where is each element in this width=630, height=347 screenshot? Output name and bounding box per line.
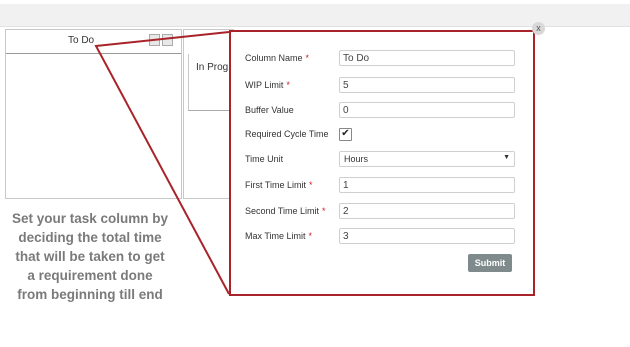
time-unit-label: Time Unit xyxy=(245,154,284,164)
wip-limit-label: WIP Limit xyxy=(245,80,284,90)
column-name-row: Column Name * xyxy=(231,50,537,68)
column-divider xyxy=(6,53,181,54)
caption-line: from beginning till end xyxy=(17,287,163,302)
column-name-input[interactable] xyxy=(339,50,515,66)
caption-line: Set your task column by xyxy=(11,211,169,226)
time-unit-select[interactable]: Hours ▼ xyxy=(339,151,515,167)
column-name-label: Column Name xyxy=(245,53,303,63)
first-time-limit-input[interactable] xyxy=(339,177,515,193)
buffer-value-row: Buffer Value xyxy=(231,102,537,120)
required-cycle-time-label: Required Cycle Time xyxy=(245,129,329,139)
time-unit-row: Time Unit Hours ▼ xyxy=(231,151,537,169)
buffer-value-label: Buffer Value xyxy=(245,105,294,115)
wip-limit-row: WIP Limit * xyxy=(231,77,537,95)
required-cycle-time-checkbox[interactable]: ✔ xyxy=(339,128,352,141)
column-title-2: In Prog xyxy=(196,62,229,73)
required-mark: * xyxy=(305,53,310,63)
close-icon[interactable]: x xyxy=(532,22,545,35)
first-time-limit-label: First Time Limit xyxy=(245,180,307,190)
caption-line: a requirement done xyxy=(27,268,153,283)
caption: Set your task column by deciding the tot… xyxy=(4,209,176,304)
column-settings-dialog: Column Name* WIP Limit* Buffer Value Req… xyxy=(229,30,535,296)
max-time-limit-input[interactable] xyxy=(339,228,515,244)
column-header[interactable]: To Do xyxy=(6,30,181,54)
required-mark: * xyxy=(309,180,313,190)
caption-line: that will be taken to get xyxy=(15,249,165,264)
required-mark: * xyxy=(322,206,326,216)
delete-icon[interactable] xyxy=(162,34,173,46)
time-unit-value: Hours xyxy=(344,154,369,164)
column-in-progress: In Prog xyxy=(183,29,235,199)
column-actions xyxy=(149,34,179,48)
required-cycle-time-row: Required Cycle Time ✔ xyxy=(231,126,537,144)
max-time-limit-label: Max Time Limit xyxy=(245,231,306,241)
required-mark: * xyxy=(286,80,290,90)
wip-limit-input[interactable] xyxy=(339,77,515,93)
buffer-value-input[interactable] xyxy=(339,102,515,118)
second-time-limit-input[interactable] xyxy=(339,203,515,219)
first-time-limit-row: First Time Limit * xyxy=(231,177,537,195)
second-time-limit-row: Second Time Limit * xyxy=(231,203,537,221)
column-title: To Do xyxy=(68,35,95,46)
caption-line: deciding the total time xyxy=(18,230,162,245)
submit-button[interactable]: Submit xyxy=(468,254,512,272)
second-time-limit-label: Second Time Limit xyxy=(245,206,320,216)
max-time-limit-row: Max Time Limit * xyxy=(231,228,537,246)
required-mark: * xyxy=(308,231,313,241)
column-todo: To Do xyxy=(5,29,182,199)
edit-icon[interactable] xyxy=(149,34,160,46)
chevron-down-icon: ▼ xyxy=(503,154,510,161)
